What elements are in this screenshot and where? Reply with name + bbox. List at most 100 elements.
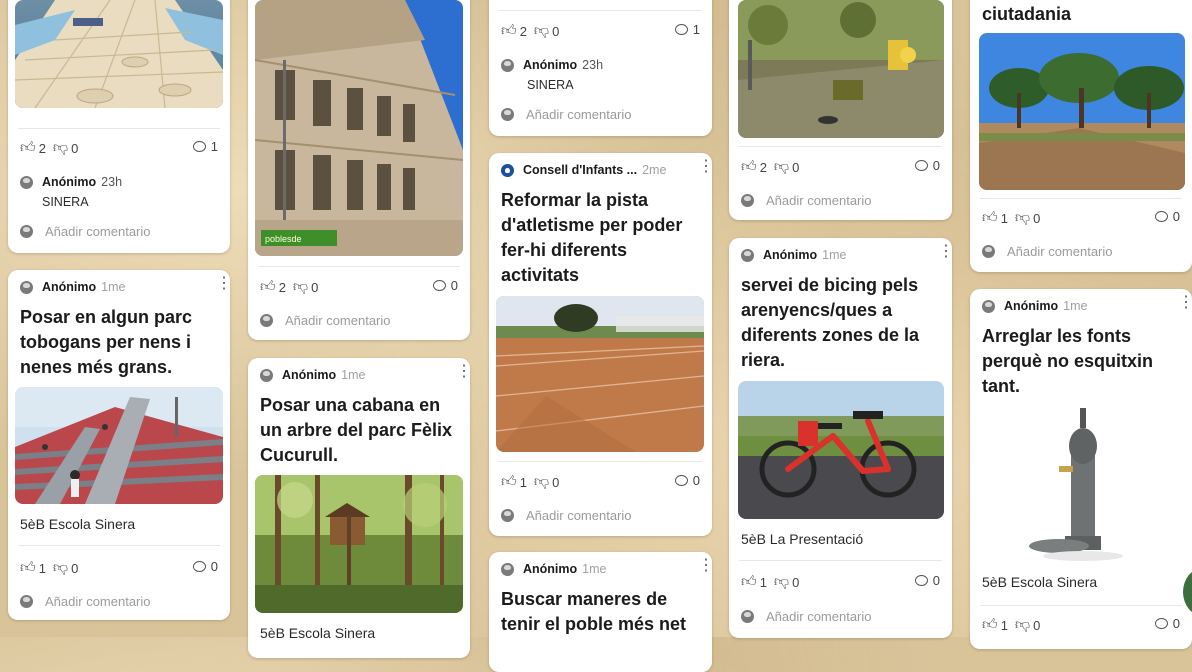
comment-icon [192,561,206,572]
post-title: Buscar maneres de tenir el poble més net [501,589,687,634]
comment-count[interactable]: 1 [192,139,218,154]
comment-text: SINERA [42,195,89,209]
more-vertical-icon[interactable]: ⋮ [216,276,230,292]
comment-count[interactable]: 0 [914,573,940,588]
post-image-bicycle[interactable] [738,381,944,519]
avatar [260,314,273,327]
thumbs-up-icon[interactable]: 👍︎ [982,616,998,634]
avatar [741,248,754,262]
post-author: Anónimo 1me [501,562,607,576]
avatar [501,108,514,121]
comment-icon [432,280,446,291]
post-card[interactable]: Anónimo 1me ⋮ Arreglar les fonts perquè n… [970,289,1192,649]
post-card[interactable]: Consell d'Infants ... 2me ⋮ Reformar la … [489,153,712,536]
thumbs-up-icon[interactable]: 👍︎ [501,473,517,491]
reactions: 👍︎ 1 👎︎ 0 [20,559,79,577]
comment-count[interactable]: 0 [432,278,458,293]
comment-count[interactable]: 0 [192,559,218,574]
thumbs-down-icon[interactable]: 👎︎ [534,473,549,491]
comment-count[interactable]: 0 [914,158,940,173]
post-author: Anónimo 1me [20,280,126,294]
thumbs-up-icon[interactable]: 👍︎ [20,139,36,157]
avatar [260,368,273,382]
thumbs-up-icon[interactable]: 👍︎ [20,559,36,577]
thumbs-down-icon[interactable]: 👎︎ [774,158,789,176]
post-card[interactable]: poblesde 👍︎ 2 👎︎ 0 0 Añadir comentario [248,0,470,340]
add-comment-field[interactable]: Añadir comentario [501,508,632,523]
thumbs-up-icon[interactable]: 👍︎ [501,22,517,40]
add-comment-field[interactable]: Añadir comentario [982,244,1113,259]
avatar [501,163,514,177]
thumbs-down-icon[interactable]: 👎︎ [293,278,308,296]
comment-count[interactable]: 0 [1154,616,1180,631]
reactions: 👍︎ 2 👎︎ 0 [741,158,800,176]
post-card[interactable]: ciutadania 👍︎ 1 👎︎ 0 0 Añadir comentario [970,0,1192,272]
add-comment-field[interactable]: Añadir comentario [741,193,872,208]
avatar [501,509,514,522]
post-title: Posar una cabana en un arbre del parc Fèl… [260,395,453,465]
avatar [982,299,995,313]
add-comment-field[interactable]: Añadir comentario [20,224,151,239]
reactions: 👍︎ 1 👎︎ 0 [982,616,1041,634]
thumbs-down-icon[interactable]: 👎︎ [774,573,789,591]
post-card[interactable]: Anónimo 1me ⋮ Buscar maneres de tenir el … [489,552,712,672]
post-author: Anónimo 1me [982,299,1088,313]
post-image-slides[interactable] [15,387,223,504]
avatar [20,595,33,608]
post-author: Anónimo 1me [741,248,847,262]
comment-author: Anónimo 23h [20,175,122,189]
thumbs-up-icon[interactable]: 👍︎ [741,158,757,176]
post-card[interactable]: Anónimo 1me ⋮ servei de bicing pels areny… [729,238,952,638]
comment-author: Anónimo 23h [501,58,603,72]
post-caption: 5èB Escola Sinera [982,574,1098,590]
more-vertical-icon[interactable]: ⋮ [938,244,952,260]
post-image-building[interactable]: poblesde [255,0,463,256]
comment-count[interactable]: 0 [1154,209,1180,224]
more-vertical-icon[interactable]: ⋮ [698,558,712,574]
post-caption: 5èB La Presentació [741,531,864,547]
post-title: ciutadania [982,4,1072,24]
post-card[interactable]: 👍︎ 2 👎︎ 0 1 Anónimo 23h SINERA Añadir come… [8,0,230,253]
post-image-playground[interactable] [738,0,944,138]
thumbs-down-icon[interactable]: 👎︎ [534,22,549,40]
thumbs-down-icon[interactable]: 👎︎ [53,559,68,577]
comment-icon [914,160,928,171]
post-caption: 5èB Escola Sinera [260,625,376,641]
post-card[interactable]: Anónimo 1me ⋮ Posar en algun parc tobogan… [8,270,230,620]
thumbs-up-icon[interactable]: 👍︎ [982,209,998,227]
more-vertical-icon[interactable]: ⋮ [456,364,470,380]
reactions: 👍︎ 2 👎︎ 0 [260,278,319,296]
svg-text:poblesde: poblesde [265,234,302,244]
comment-icon [914,575,928,586]
post-image-track[interactable] [496,296,704,452]
post-card[interactable]: 👍︎ 2 👎︎ 0 1 Anónimo 23h SINERA Añadir come… [489,0,712,136]
post-title: Arreglar les fonts perquè no esquitxin tan… [982,326,1154,396]
comment-count[interactable]: 0 [674,473,700,488]
more-vertical-icon[interactable]: ⋮ [698,159,712,175]
post-card[interactable]: 👍︎ 2 👎︎ 0 0 Añadir comentario [729,0,952,220]
thumbs-up-icon[interactable]: 👍︎ [741,573,757,591]
post-image-treehouse[interactable] [255,475,463,613]
add-comment-field[interactable]: Añadir comentario [741,609,872,624]
thumbs-down-icon[interactable]: 👎︎ [53,139,68,157]
more-vertical-icon[interactable]: ⋮ [1178,295,1192,311]
reactions: 👍︎ 1 👎︎ 0 [982,209,1041,227]
thumbs-down-icon[interactable]: 👎︎ [1015,616,1030,634]
post-card[interactable]: Anónimo 1me ⋮ Posar una cabana en un arbr… [248,358,470,658]
post-image-pines[interactable] [979,33,1185,190]
post-title: Posar en algun parc tobogans per nens i ne… [20,307,193,377]
add-comment-field[interactable]: Añadir comentario [501,107,632,122]
add-comment-field[interactable]: Añadir comentario [260,313,391,328]
comment-icon [1154,618,1168,629]
post-image-pontoon[interactable] [15,0,223,108]
post-image-fountain[interactable] [979,406,1185,563]
comment-icon [674,475,688,486]
thumbs-up-icon[interactable]: 👍︎ [260,278,276,296]
thumbs-down-icon[interactable]: 👎︎ [1015,209,1030,227]
reactions: 👍︎ 2 👎︎ 0 [501,22,560,40]
avatar [501,58,514,72]
comment-count[interactable]: 1 [674,22,700,37]
add-comment-field[interactable]: Añadir comentario [20,594,151,609]
post-title: Reformar la pista d'atletisme per poder fe… [501,190,683,285]
avatar [982,245,995,258]
